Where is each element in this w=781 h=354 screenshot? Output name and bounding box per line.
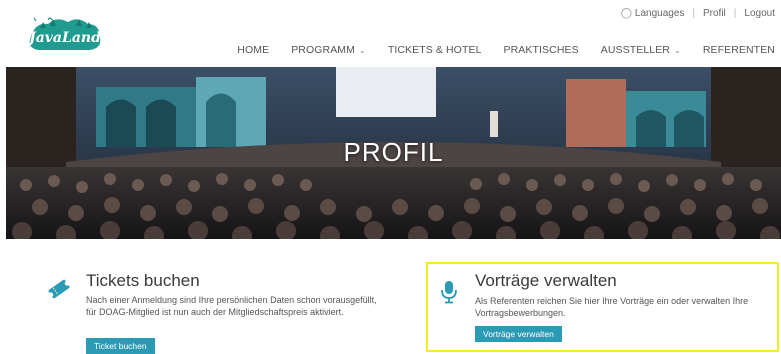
logo-text: JavaLand [26,30,101,46]
divider: | [692,8,695,19]
javaland-logo[interactable]: JavaLand [26,14,104,56]
nav-item-praktisches[interactable]: PRAKTISCHES [504,44,579,56]
chevron-down-icon: ⌄ [674,45,681,55]
chevron-down-icon: ⌄ [359,45,366,55]
microphone-icon [440,280,458,309]
nav-item-label: HOME [237,44,270,56]
page-title: PROFIL [343,137,444,167]
globe-icon: ◯ [620,8,632,19]
talks-heading: Vorträge verwalten [475,271,617,290]
nav-item-label: PROGRAMM [291,44,356,56]
tickets-description: Nach einer Anmeldung sind Ihre persönlic… [86,295,377,317]
nav-item-home[interactable]: HOME [237,44,269,56]
languages-link[interactable]: Languages [635,8,685,19]
nav-item-referenten[interactable]: REFERENTEN [703,44,775,56]
manage-talks-button[interactable]: Vorträge verwalten [475,326,562,342]
nav-item-label: PRAKTISCHES [503,44,579,56]
nav-item-label: REFERENTEN [702,44,775,56]
nav-item-tickets-hotel[interactable]: TICKETS & HOTEL [388,44,482,56]
profile-link[interactable]: Profil [703,8,726,19]
main-nav: HOME PROGRAMM ⌄ TICKETS & HOTEL PRAKTISCHES A… [215,44,775,56]
logo-graphic: JavaLand [26,17,101,50]
utility-bar: ◯ Languages | Profil | Logout [621,8,775,19]
logout-link[interactable]: Logout [744,8,775,19]
nav-item-programm[interactable]: PROGRAMM ⌄ [291,44,366,56]
talks-card: Vorträge verwalten Als Referenten reiche… [426,262,779,352]
nav-item-aussteller[interactable]: AUSSTELLER ⌄ [601,44,681,56]
nav-item-label: TICKETS & HOTEL [387,44,482,56]
talks-description: Als Referenten reichen Sie hier Ihre Vor… [475,296,749,318]
divider: | [733,8,737,19]
hero-banner: PROFIL [6,67,781,239]
book-ticket-button[interactable]: Ticket buchen [86,338,155,354]
nav-item-label: AUSSTELLER [600,44,670,56]
ticket-icon [46,278,72,305]
tickets-heading: Tickets buchen [86,271,200,290]
